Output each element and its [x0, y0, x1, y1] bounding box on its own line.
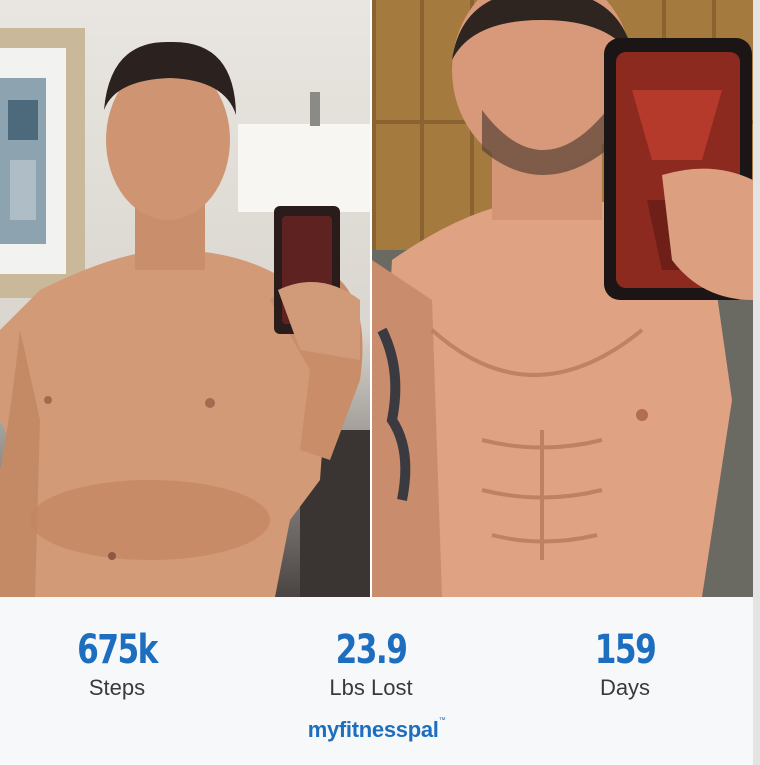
stat-label: Lbs Lost [329, 675, 413, 700]
stat-value: 23.9 [335, 627, 408, 673]
after-photo [372, 0, 753, 597]
stat-value: 159 [594, 627, 657, 673]
progress-card: 675k Steps 23.9 Lbs Lost 159 Days myfitn… [0, 0, 760, 765]
stat-steps: 675k Steps [17, 627, 217, 703]
stat-label: Steps [88, 675, 146, 700]
stat-days: 159 Days [525, 627, 725, 703]
stats-footer: 675k Steps 23.9 Lbs Lost 159 Days myfitn… [0, 597, 753, 765]
before-photo [0, 0, 370, 597]
before-photo-illustration [0, 28, 370, 597]
brand-logo: myfitnesspal™ [0, 717, 753, 743]
brand-name: myfitnesspal [307, 717, 439, 742]
comparison-photos [0, 0, 760, 597]
after-photo-illustration [372, 0, 753, 597]
stat-lbs-lost: 23.9 Lbs Lost [271, 627, 471, 703]
right-edge-strip [753, 0, 760, 765]
stat-value: 675k [77, 627, 158, 673]
trademark-mark: ™ [438, 717, 446, 724]
stat-label: Days [599, 675, 651, 700]
